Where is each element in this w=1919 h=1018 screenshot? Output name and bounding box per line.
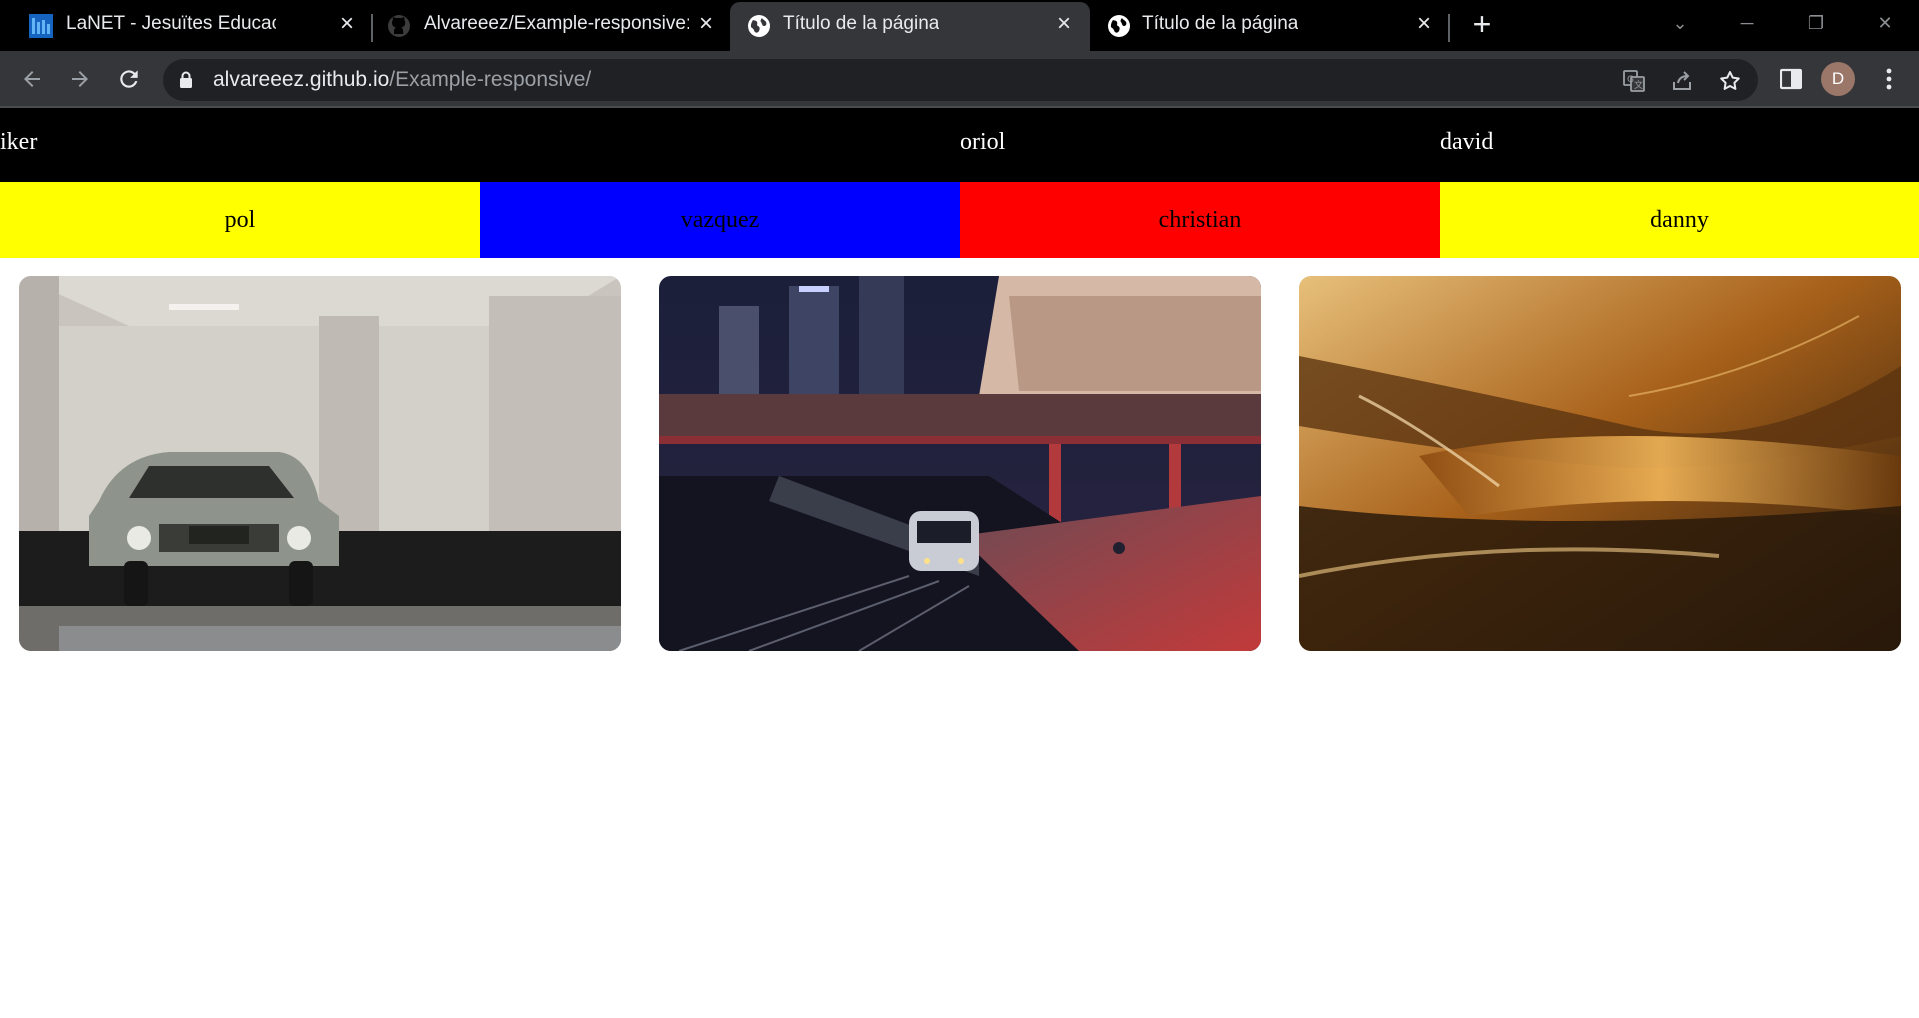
browser-toolbar: alvareeez.github.io/Example-responsive/ … <box>0 51 1919 106</box>
translate-icon[interactable]: G文 <box>1621 68 1647 94</box>
address-bar[interactable]: alvareeez.github.io/Example-responsive/ … <box>163 59 1758 101</box>
github-icon <box>387 14 411 38</box>
close-icon[interactable]: × <box>692 10 720 38</box>
top-nav-item-david[interactable]: david <box>1440 129 1493 156</box>
url-path: /Example-responsive/ <box>389 68 592 91</box>
minimize-icon[interactable]: ─ <box>1727 8 1767 38</box>
web-page: iker oriol david pol vazquez christian d… <box>0 108 1919 1018</box>
close-icon[interactable]: × <box>1410 10 1438 38</box>
lock-icon[interactable] <box>179 71 193 94</box>
tab-strip: LaNET - Jesuïtes Educació × Alvareeez/Ex… <box>0 0 1919 51</box>
globe-icon <box>1107 14 1131 38</box>
url-host: alvareeez.github.io <box>213 68 390 91</box>
tab-divider <box>1448 14 1450 42</box>
color-nav-item-christian[interactable]: christian <box>960 182 1440 258</box>
menu-kebab-icon[interactable] <box>1873 63 1905 95</box>
tab-title: Alvareeez/Example-responsive: Ej <box>424 13 689 34</box>
svg-text:文: 文 <box>1634 79 1643 91</box>
tab-title: Título de la página <box>1142 13 1299 34</box>
reload-icon[interactable] <box>111 61 147 97</box>
lanet-favicon-icon <box>29 14 53 38</box>
share-icon[interactable] <box>1669 68 1695 94</box>
color-nav-item-danny[interactable]: danny <box>1440 182 1919 258</box>
tab-title: LaNET - Jesuïtes Educació <box>66 13 276 34</box>
globe-icon <box>747 14 771 38</box>
restore-icon[interactable]: ❐ <box>1796 8 1836 38</box>
bookmark-star-icon[interactable] <box>1717 68 1743 94</box>
top-nav-item-iker[interactable]: iker <box>0 129 37 156</box>
back-icon[interactable] <box>14 61 50 97</box>
tab-github[interactable]: Alvareeez/Example-responsive: Ej × <box>377 0 727 51</box>
gallery-image-train <box>659 276 1261 651</box>
tab-title: Título de la página <box>783 13 940 34</box>
tab-search-icon[interactable]: ⌄ <box>1660 8 1700 38</box>
top-nav-item-oriol[interactable]: oriol <box>960 129 1005 156</box>
avatar[interactable]: D <box>1821 62 1855 96</box>
svg-text:G: G <box>1627 75 1634 85</box>
window-close-icon[interactable]: ✕ <box>1865 8 1905 38</box>
close-icon[interactable]: × <box>1050 10 1078 38</box>
color-nav-item-vazquez[interactable]: vazquez <box>480 182 960 258</box>
url-text: alvareeez.github.io/Example-responsive/ <box>213 68 591 92</box>
close-icon[interactable]: × <box>333 10 361 38</box>
tab-titulo-active[interactable]: Título de la página × <box>730 2 1090 51</box>
top-nav: iker oriol david <box>0 108 1919 182</box>
side-panel-icon[interactable] <box>1775 63 1807 95</box>
gallery-image-car <box>19 276 621 651</box>
forward-icon[interactable] <box>62 61 98 97</box>
gallery-image-abstract <box>1299 276 1901 651</box>
new-tab-button[interactable]: + <box>1466 8 1498 41</box>
tab-lanet[interactable]: LaNET - Jesuïtes Educació × <box>0 0 365 51</box>
color-nav-item-pol[interactable]: pol <box>0 182 480 258</box>
color-nav: pol vazquez christian danny <box>0 182 1919 258</box>
tab-divider <box>371 14 373 42</box>
tab-titulo[interactable]: Título de la página × <box>1093 0 1448 51</box>
